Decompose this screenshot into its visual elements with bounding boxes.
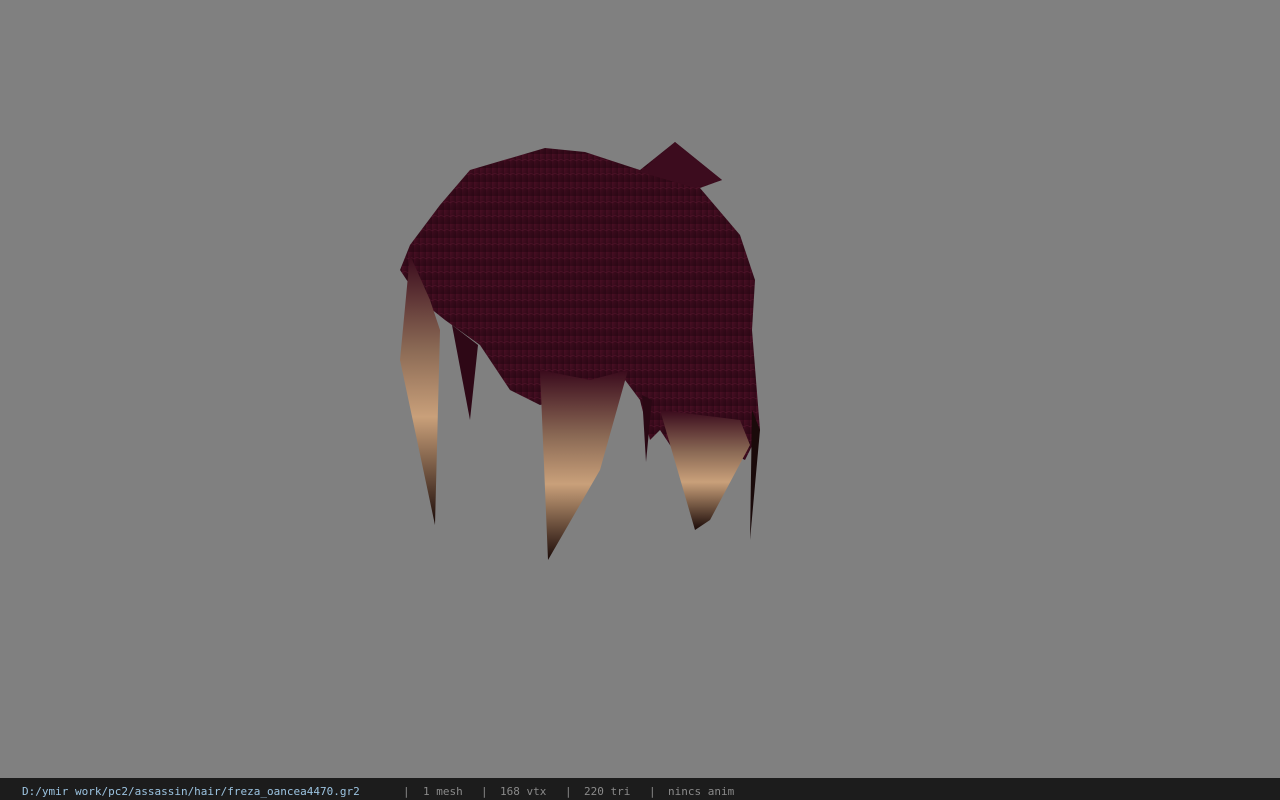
status-bar: D:/ymir work/pc2/assassin/hair/freza_oan… bbox=[0, 778, 1280, 800]
hair-strand-right bbox=[660, 410, 750, 530]
hair-strand-center bbox=[540, 370, 628, 560]
triangle-count-label: 220 tri bbox=[584, 785, 631, 798]
model-viewport[interactable] bbox=[0, 0, 1280, 778]
hair-model-render[interactable] bbox=[0, 0, 1280, 778]
vertex-count-label: 168 vtx bbox=[500, 785, 547, 798]
status-separator: | bbox=[565, 785, 572, 798]
animation-status-label: nincs anim bbox=[668, 785, 735, 798]
status-separator: | bbox=[649, 785, 656, 798]
status-separator: | bbox=[481, 785, 488, 798]
file-path-label: D:/ymir work/pc2/assassin/hair/freza_oan… bbox=[22, 785, 360, 798]
mesh-count-label: 1 mesh bbox=[423, 785, 463, 798]
status-separator: | bbox=[403, 785, 410, 798]
